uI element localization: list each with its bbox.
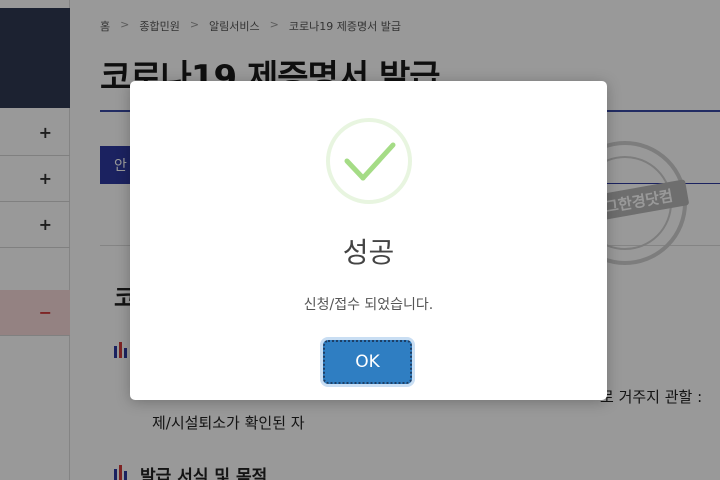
success-check-icon [325,117,413,205]
dialog-message: 신청/접수 되었습니다. [303,297,434,313]
ok-button[interactable]: OK [323,340,412,384]
success-dialog: 성공 신청/접수 되었습니다. OK [130,81,607,400]
dialog-title: 성공 [342,236,395,269]
